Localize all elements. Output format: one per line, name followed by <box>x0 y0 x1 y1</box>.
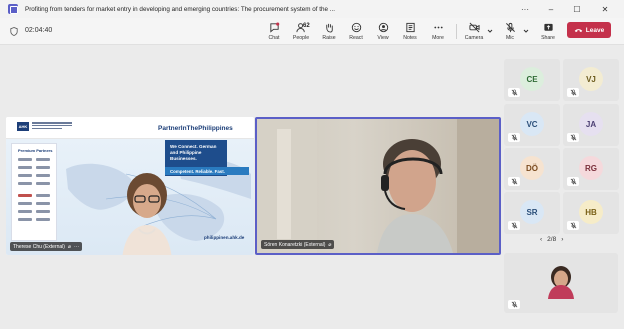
notes-icon <box>405 22 415 33</box>
previous-page-chevron-icon[interactable]: ‹ <box>540 236 542 243</box>
smiley-icon <box>351 22 361 33</box>
notes-button[interactable]: Notes <box>397 19 423 44</box>
toolbar-divider <box>456 24 457 39</box>
muted-icon <box>567 133 579 142</box>
gallery-pager: ‹ 2/8 › <box>540 236 563 243</box>
participant-tile[interactable]: RG <box>563 148 619 190</box>
muted-icon: ⌀ <box>67 243 71 250</box>
slide-url: philippinen.ahk.de <box>204 235 245 240</box>
people-count: 62 <box>303 23 310 29</box>
leave-label: Leave <box>585 26 605 34</box>
share-icon <box>543 23 553 31</box>
shared-slide-tile[interactable]: AHK PartnerInThePhilippines Premium Part… <box>6 117 254 255</box>
close-window-button[interactable]: ✕ <box>594 0 616 18</box>
more-button[interactable]: More <box>425 19 451 44</box>
maximize-button[interactable]: ☐ <box>566 0 588 18</box>
participant-photo <box>548 266 574 299</box>
slide-header: AHK PartnerInThePhilippines <box>6 117 254 139</box>
hand-icon <box>325 23 333 33</box>
participant-video-tile[interactable] <box>504 253 618 313</box>
muted-icon <box>567 221 579 230</box>
minimize-button[interactable]: – <box>540 0 562 18</box>
participant-tile[interactable]: HB <box>563 192 619 234</box>
people-button[interactable]: 62 People <box>288 19 314 44</box>
mic-button[interactable]: Mic <box>497 19 523 44</box>
mic-label: Mic <box>505 35 515 41</box>
avatar: SR <box>520 200 544 224</box>
mic-off-icon <box>505 22 515 33</box>
notes-label: Notes <box>403 35 417 41</box>
participant-tile[interactable]: DÖ <box>504 148 560 190</box>
chat-label: Chat <box>268 35 280 41</box>
avatar: RG <box>579 156 603 180</box>
camera-label: Camera <box>464 35 484 41</box>
participant-tile[interactable]: JA <box>563 104 619 146</box>
phone-hangup-icon <box>574 29 583 33</box>
muted-icon <box>508 88 520 97</box>
title-bar: Profiting from tenders for market entry … <box>0 0 624 18</box>
presenter-name: Therese Chu (External) <box>13 243 65 250</box>
raise-hand-button[interactable]: Raise <box>316 19 342 44</box>
speaker-name-tag: Sören Konaretzki (External) ⌀ <box>261 240 335 249</box>
avatar: DÖ <box>520 156 544 180</box>
presentation-slide: AHK PartnerInThePhilippines Premium Part… <box>6 117 254 255</box>
muted-icon <box>567 177 579 186</box>
camera-button[interactable]: Camera <box>461 19 487 44</box>
chat-icon <box>269 22 279 33</box>
avatar: HB <box>579 200 603 224</box>
teams-logo-icon <box>8 4 18 14</box>
partners-title: Premium Partners <box>18 148 53 153</box>
meeting-timer: 02:04:40 <box>25 27 53 34</box>
meeting-toolbar: 02:04:40 Chat 62 People Raise React View… <box>0 18 624 45</box>
share-label: Share <box>541 35 555 41</box>
leave-button[interactable]: Leave <box>567 22 611 38</box>
muted-icon <box>567 88 579 97</box>
more-label: More <box>432 35 444 41</box>
participant-tile[interactable]: VJ <box>563 59 619 101</box>
premium-partners-box: Premium Partners <box>11 143 57 241</box>
react-label: React <box>349 35 363 41</box>
avatar: CE <box>520 67 544 91</box>
speaker-video-tile[interactable]: Sören Konaretzki (External) ⌀ <box>255 117 501 255</box>
more-options-icon[interactable]: ··· <box>514 0 536 18</box>
participant-tile[interactable]: CE <box>504 59 560 101</box>
view-label: View <box>377 35 389 41</box>
ellipsis-icon <box>433 26 443 29</box>
shield-icon <box>10 27 18 36</box>
view-icon <box>378 22 388 33</box>
partner-brand: PartnerInThePhilippines <box>158 125 233 132</box>
muted-icon <box>508 221 520 230</box>
chat-button[interactable]: Chat <box>261 19 287 44</box>
more-icon[interactable]: ··· <box>74 244 79 250</box>
share-button[interactable]: Share <box>535 19 561 44</box>
people-label: People <box>292 35 310 41</box>
ahk-logo: AHK <box>17 122 29 131</box>
speaker-name: Sören Konaretzki (External) <box>264 241 326 248</box>
react-button[interactable]: React <box>343 19 369 44</box>
muted-icon <box>508 177 520 186</box>
muted-icon: ⌀ <box>328 241 332 248</box>
view-button[interactable]: View <box>370 19 396 44</box>
participant-tile[interactable]: VC <box>504 104 560 146</box>
muted-icon <box>508 133 520 142</box>
camera-off-icon <box>468 22 480 33</box>
avatar: VJ <box>579 67 603 91</box>
raise-label: Raise <box>322 35 336 41</box>
avatar: JA <box>579 112 603 136</box>
ahk-logo-text <box>32 122 72 132</box>
page-indicator: 2/8 <box>547 236 557 243</box>
mic-options-chevron-icon[interactable] <box>523 28 529 34</box>
next-page-chevron-icon[interactable]: › <box>561 236 563 243</box>
teams-meeting-window: Profiting from tenders for market entry … <box>0 0 624 329</box>
window-title: Profiting from tenders for market entry … <box>25 5 335 13</box>
presenter-name-tag: Therese Chu (External) ⌀ ··· <box>10 242 82 251</box>
camera-options-chevron-icon[interactable] <box>487 28 493 34</box>
muted-icon <box>508 300 520 309</box>
participant-tile[interactable]: SR <box>504 192 560 234</box>
presenter-video-overlay <box>122 173 172 255</box>
speaker-video <box>257 119 499 253</box>
avatar: VC <box>520 112 544 136</box>
